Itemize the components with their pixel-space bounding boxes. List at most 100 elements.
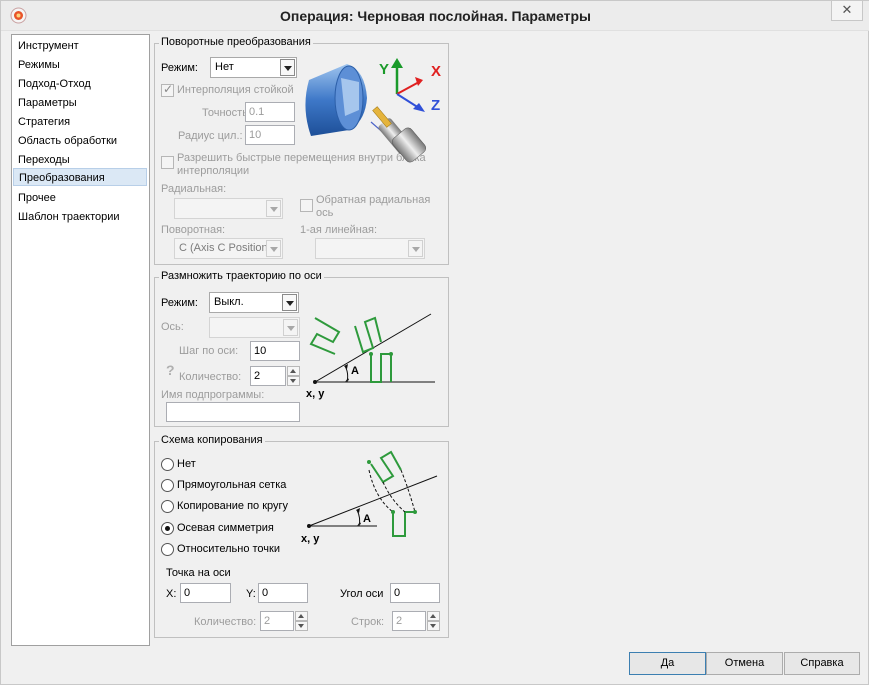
y-input[interactable]: 0	[258, 583, 308, 603]
chevron-down-icon	[283, 319, 298, 336]
axis-angle-label: Угол оси	[340, 588, 384, 600]
multiply-axis-label: Ось:	[161, 321, 184, 333]
copy-diagram: A x, y	[301, 450, 438, 545]
copy-option-none: Нет	[177, 458, 196, 470]
multiply-diagram: A x, y	[306, 313, 435, 400]
multiply-angle-label: A	[351, 365, 359, 377]
multiply-count-input[interactable]: 2	[250, 366, 286, 386]
axis-x-label: X	[431, 63, 441, 80]
spin-up-icon[interactable]	[287, 366, 300, 376]
step-input[interactable]: 10	[250, 341, 300, 361]
multiply-mode-select[interactable]: Выкл.	[209, 292, 299, 313]
radial-select[interactable]	[174, 198, 283, 219]
multiply-mode-value: Выкл.	[214, 296, 244, 308]
axis-y-label: Y	[379, 61, 389, 78]
fast-moves-checkbox[interactable]	[161, 156, 174, 169]
dialog-window: Операция: Черновая послойная. Параметры …	[0, 0, 869, 685]
copy-option-point: Относительно точки	[177, 543, 280, 555]
nav-item-other[interactable]: Прочее	[13, 189, 147, 207]
axis-angle-input[interactable]: 0	[390, 583, 440, 603]
spin-up-icon[interactable]	[427, 611, 440, 621]
subprog-input[interactable]	[166, 402, 300, 422]
spin-down-icon[interactable]	[427, 621, 440, 631]
chevron-down-icon	[266, 200, 281, 217]
rotary-illustration: Y X Z	[305, 58, 441, 163]
rotary-mode-value: Нет	[215, 61, 234, 73]
nav-item-parameters[interactable]: Параметры	[13, 94, 147, 112]
subprog-label: Имя подпрограммы:	[161, 389, 265, 401]
chevron-down-icon	[408, 240, 423, 257]
spin-down-icon[interactable]	[295, 621, 308, 631]
copy-radio-grid[interactable]	[161, 479, 174, 492]
multiply-origin-label: x, y	[306, 388, 325, 400]
rows-stepper[interactable]	[427, 611, 440, 631]
rotary-mode-label: Режим:	[161, 62, 198, 74]
chevron-down-icon	[282, 294, 297, 311]
nav-panel: Инструмент Режимы Подход-Отход Параметры…	[11, 34, 150, 646]
help-icon[interactable]: ?	[166, 362, 175, 378]
reverse-axis-label-2: ось	[316, 207, 334, 219]
rotary-axis-label: Поворотная:	[161, 224, 226, 236]
window-title: Операция: Черновая послойная. Параметры	[279, 8, 592, 24]
reverse-axis-checkbox[interactable]	[300, 199, 313, 212]
multiply-group-title: Размножить траекторию по оси	[159, 270, 324, 282]
multiply-count-stepper[interactable]	[287, 366, 300, 386]
nav-item-transitions[interactable]: Переходы	[13, 151, 147, 169]
multiply-mode-label: Режим:	[161, 297, 198, 309]
copy-radio-none[interactable]	[161, 458, 174, 471]
rotary-group-title: Поворотные преобразования	[159, 36, 313, 48]
chevron-down-icon	[266, 240, 281, 257]
multiply-axis-select[interactable]	[209, 317, 300, 338]
nav-item-transformations[interactable]: Преобразования	[13, 168, 147, 186]
radius-input[interactable]: 10	[245, 125, 295, 145]
linear-axis-select[interactable]	[315, 238, 425, 259]
copy-origin-label: x, y	[301, 533, 320, 545]
copy-count-input[interactable]: 2	[260, 611, 294, 631]
interp-label: Интерполяция стойкой	[177, 84, 294, 96]
help-button[interactable]: Справка	[784, 652, 860, 675]
nav-item-template[interactable]: Шаблон траектории	[13, 208, 147, 226]
axis-z-label: Z	[431, 97, 440, 114]
rows-label: Строк:	[351, 616, 385, 628]
close-button[interactable]: ✕	[831, 1, 863, 21]
y-label: Y:	[246, 588, 256, 600]
chevron-down-icon	[280, 59, 295, 76]
nav-item-tool[interactable]: Инструмент	[13, 37, 147, 55]
copy-radio-axial[interactable]	[161, 522, 174, 535]
copy-radio-point[interactable]	[161, 543, 174, 556]
nav-item-area[interactable]: Область обработки	[13, 132, 147, 150]
close-icon: ✕	[841, 2, 853, 17]
linear-axis-label: 1-ая линейная:	[300, 224, 378, 236]
x-input[interactable]: 0	[180, 583, 231, 603]
multiply-group: Размножить траекторию по оси Режим: Выкл…	[154, 270, 449, 427]
reverse-axis-label-1: Обратная радиальная	[316, 194, 431, 206]
title-bar: Операция: Черновая послойная. Параметры …	[1, 1, 869, 31]
radius-label: Радиус цил.:	[178, 130, 243, 142]
rotary-axis-value: C (Axis C Position	[179, 242, 268, 254]
multiply-count-label: Количество:	[179, 371, 242, 383]
copy-count-label: Количество:	[194, 616, 257, 628]
step-label: Шаг по оси:	[179, 345, 239, 357]
precision-input[interactable]: 0.1	[245, 102, 295, 122]
nav-item-modes[interactable]: Режимы	[13, 56, 147, 74]
spin-up-icon[interactable]	[295, 611, 308, 621]
copy-radio-circle[interactable]	[161, 500, 174, 513]
interp-checkbox[interactable]	[161, 82, 174, 97]
copy-group: Схема копирования Нет Прямоугольная сетк…	[154, 434, 449, 638]
radial-label: Радиальная:	[161, 183, 227, 195]
rotary-mode-select[interactable]: Нет	[210, 57, 297, 78]
rotary-group: Поворотные преобразования Режим: Нет Инт…	[154, 36, 449, 265]
nav-item-approach[interactable]: Подход-Отход	[13, 75, 147, 93]
rotary-axis-select[interactable]: C (Axis C Position	[174, 238, 283, 259]
nav-item-strategy[interactable]: Стратегия	[13, 113, 147, 131]
copy-count-stepper[interactable]	[295, 611, 308, 631]
copy-option-axial: Осевая симметрия	[177, 522, 274, 534]
spin-down-icon[interactable]	[287, 376, 300, 386]
rows-input[interactable]: 2	[392, 611, 426, 631]
ok-button[interactable]: Да	[629, 652, 706, 675]
cancel-button[interactable]: Отмена	[706, 652, 783, 675]
precision-label: Точность:	[202, 107, 251, 119]
copy-group-title: Схема копирования	[159, 434, 265, 446]
copy-option-grid: Прямоугольная сетка	[177, 479, 287, 491]
copy-option-circle: Копирование по кругу	[177, 500, 289, 512]
